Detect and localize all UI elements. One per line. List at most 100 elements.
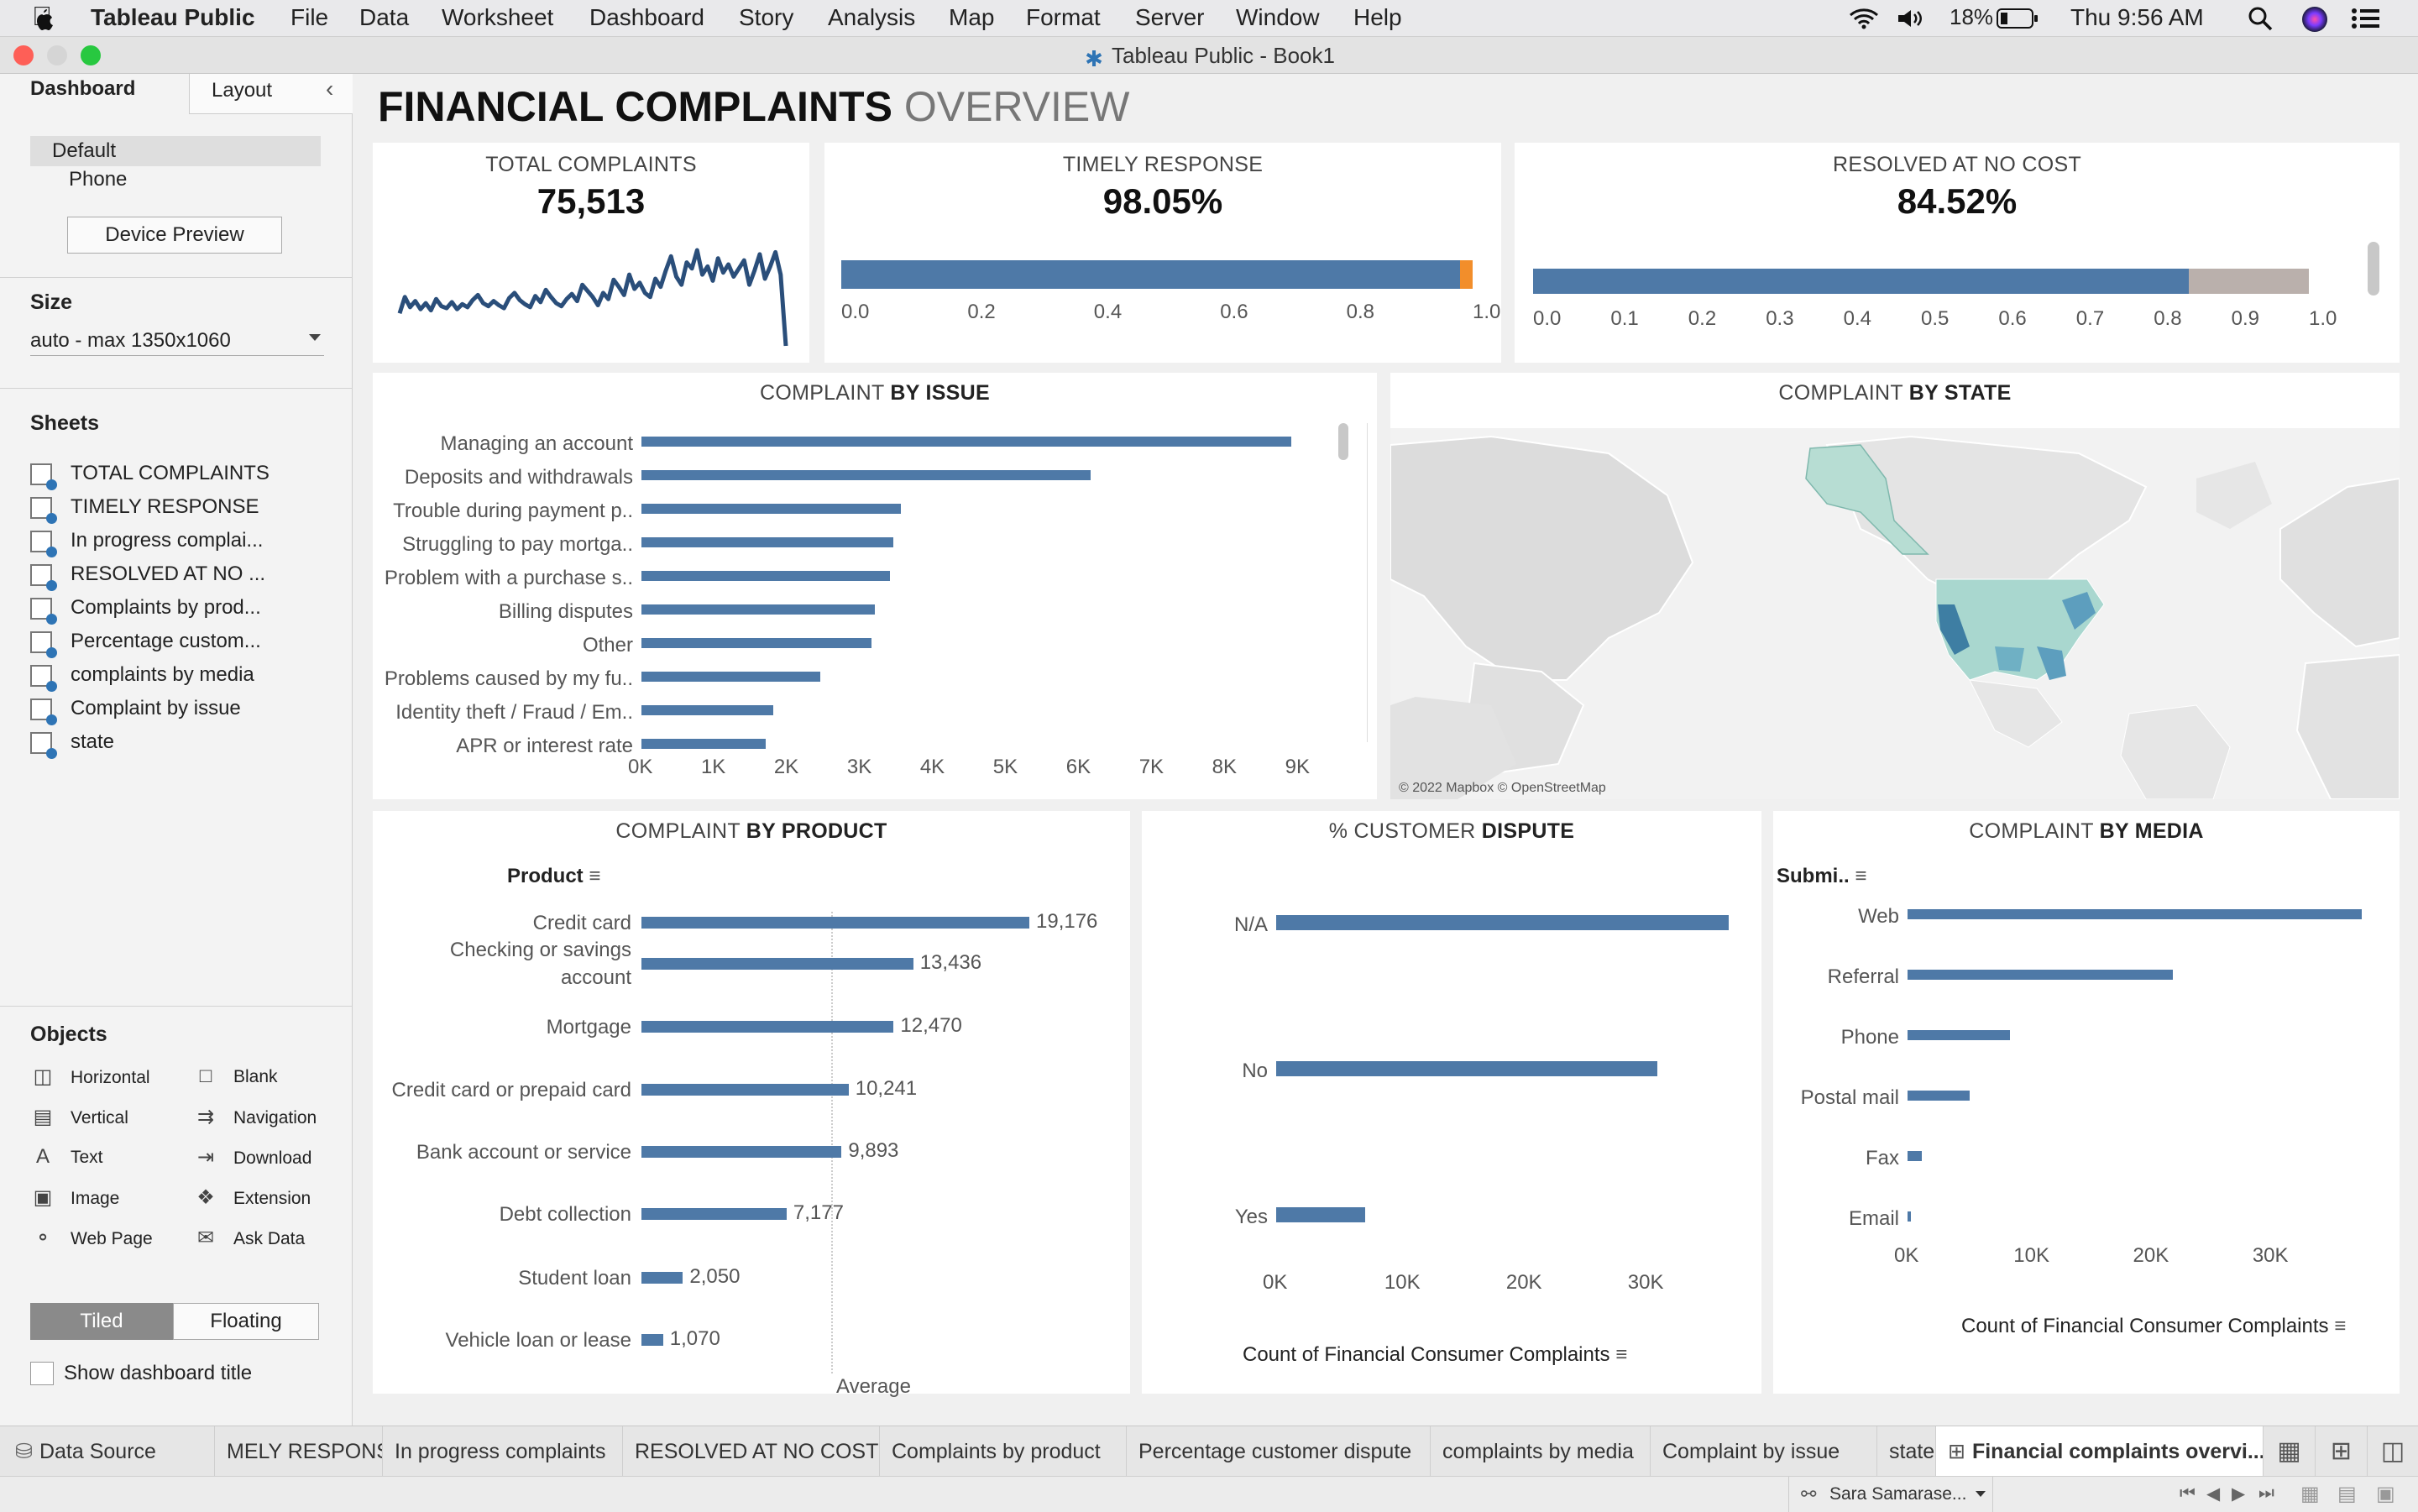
sheet-item-in-progress[interactable]: In progress complai...: [30, 529, 263, 557]
scrollbar-thumb[interactable]: [1338, 423, 1348, 460]
tab-resolved-at-no-cost[interactable]: RESOLVED AT NO COST: [623, 1426, 880, 1477]
device-phone[interactable]: Phone: [69, 168, 127, 191]
object-web-page[interactable]: ⚬ Web Page: [30, 1226, 153, 1250]
category-label: Mortgage: [546, 1015, 631, 1039]
device-default[interactable]: Default: [30, 136, 321, 166]
axis-tick-label: 0.2: [1688, 307, 1717, 330]
panel-complaint-by-issue[interactable]: COMPLAINT BY ISSUE Managing an account De…: [373, 373, 1377, 799]
menu-worksheet[interactable]: Worksheet: [442, 4, 553, 31]
tab-complaints-by-product[interactable]: Complaints by product: [880, 1426, 1127, 1477]
apple-logo-icon[interactable]: [30, 5, 55, 32]
collapse-chevron-icon[interactable]: ‹: [326, 76, 333, 102]
object-blank[interactable]: □ Blank: [193, 1065, 278, 1088]
sheet-item-complaints-by-product[interactable]: Complaints by prod...: [30, 596, 261, 625]
object-extension[interactable]: ❖ Extension: [193, 1185, 311, 1210]
axis-tick-label: 0.6: [1998, 307, 2027, 330]
menu-server[interactable]: Server: [1135, 4, 1204, 31]
panel-complaint-by-media[interactable]: COMPLAINT BY MEDIA Submi.. ≡ Web Referral…: [1773, 811, 2400, 1394]
object-image[interactable]: ▣ Image: [30, 1185, 120, 1210]
sheet-item-complaint-by-issue[interactable]: Complaint by issue: [30, 697, 241, 725]
scrollbar-thumb[interactable]: [2368, 242, 2379, 296]
tab-in-progress-complaints[interactable]: In progress complaints: [383, 1426, 623, 1477]
state-map[interactable]: [1390, 428, 2400, 799]
object-download[interactable]: ⇥ Download: [193, 1145, 311, 1169]
control-center-icon[interactable]: [2351, 7, 2381, 30]
menu-format[interactable]: Format: [1026, 4, 1101, 31]
category-label: Trouble during payment p..: [393, 500, 633, 522]
new-worksheet-icon[interactable]: ▦: [2264, 1426, 2316, 1477]
menu-data[interactable]: Data: [359, 4, 409, 31]
object-navigation[interactable]: ⇉ Navigation: [193, 1105, 317, 1129]
axis-tick-label: 0.0: [1533, 307, 1562, 330]
tab-data-source[interactable]: ⛁ Data Source: [0, 1426, 215, 1477]
tableau-logo-icon: ✱: [1085, 46, 1103, 71]
menu-dashboard[interactable]: Dashboard: [589, 4, 704, 31]
siri-icon[interactable]: [2300, 5, 2329, 34]
panel-customer-dispute[interactable]: % CUSTOMER DISPUTE N/A No Yes 0K 10K 20K 30K C…: [1142, 811, 1761, 1394]
sheet-item-timely-response[interactable]: TIMELY RESPONSE: [30, 495, 259, 524]
sort-icon[interactable]: ≡: [1615, 1343, 1627, 1366]
tab-state[interactable]: state: [1877, 1426, 1936, 1477]
object-horizontal[interactable]: ◫ Horizontal: [30, 1065, 150, 1089]
object-text[interactable]: A Text: [30, 1145, 103, 1169]
spotlight-search-icon[interactable]: [2247, 5, 2274, 32]
panel-complaint-by-product[interactable]: COMPLAINT BY PRODUCT Product ≡ Average C…: [373, 811, 1130, 1398]
tab-view-icon[interactable]: ▣: [2376, 1482, 2395, 1506]
battery-icon[interactable]: [1997, 8, 2039, 29]
texas-state[interactable]: [1995, 646, 2024, 672]
zoom-window-button[interactable]: [81, 45, 101, 65]
size-dropdown[interactable]: auto - max 1350x1060: [30, 326, 324, 356]
sheet-item-resolved[interactable]: RESOLVED AT NO ...: [30, 562, 265, 591]
filmstrip-view-icon[interactable]: ▤: [2337, 1482, 2357, 1506]
menubar-clock[interactable]: Thu 9:56 AM: [2070, 4, 2204, 31]
menu-window[interactable]: Window: [1236, 4, 1320, 31]
volume-icon[interactable]: [1896, 7, 1924, 30]
menu-map[interactable]: Map: [949, 4, 994, 31]
tab-dashboard[interactable]: Dashboard: [0, 74, 189, 114]
tab-percentage-customer-dispute[interactable]: Percentage customer dispute: [1127, 1426, 1431, 1477]
tab-layout[interactable]: Layout ‹: [189, 74, 353, 114]
sort-icon[interactable]: ≡: [2334, 1315, 2346, 1337]
tab-complaint-by-issue[interactable]: Complaint by issue: [1651, 1426, 1877, 1477]
objects-title: Objects: [30, 1023, 107, 1046]
menu-file[interactable]: File: [290, 4, 328, 31]
kpi-resolved-no-cost[interactable]: RESOLVED AT NO COST 84.52% 0.0 0.1 0.2 0.3 0…: [1515, 143, 2400, 363]
object-vertical[interactable]: ▤ Vertical: [30, 1105, 128, 1129]
menu-help[interactable]: Help: [1353, 4, 1402, 31]
next-page-icon[interactable]: ▶: [2232, 1483, 2245, 1504]
floating-toggle[interactable]: Floating: [173, 1303, 319, 1340]
last-page-icon[interactable]: ⏭: [2258, 1483, 2274, 1504]
menu-app-name[interactable]: Tableau Public: [91, 4, 255, 31]
minimize-window-button[interactable]: [47, 45, 67, 65]
sheet-icon: [30, 563, 57, 591]
grid-view-icon[interactable]: ▦: [2300, 1482, 2320, 1506]
sheet-item-percentage-customer[interactable]: Percentage custom...: [30, 630, 261, 658]
tab-financial-complaints-overview[interactable]: ⊞ Financial complaints overvi...: [1936, 1426, 2264, 1477]
show-title-checkbox[interactable]: [30, 1362, 54, 1385]
tiled-toggle[interactable]: Tiled: [30, 1303, 173, 1340]
kpi-timely-response[interactable]: TIMELY RESPONSE 98.05% 0.0 0.2 0.4 0.6 0.8 1.…: [824, 143, 1501, 363]
category-label: Identity theft / Fraud / Em..: [395, 701, 633, 724]
close-window-button[interactable]: [13, 45, 34, 65]
wifi-icon[interactable]: [1847, 7, 1881, 30]
bar: [1908, 909, 2362, 919]
menu-story[interactable]: Story: [739, 4, 793, 31]
object-ask-data[interactable]: ✉ Ask Data: [193, 1226, 305, 1250]
sheet-item-complaints-by-media[interactable]: complaints by media: [30, 663, 254, 692]
new-dashboard-icon[interactable]: ⊞: [2316, 1426, 2368, 1477]
tab-complaints-by-media[interactable]: complaints by media: [1431, 1426, 1651, 1477]
sheet-item-state[interactable]: state: [30, 730, 114, 759]
user-menu[interactable]: ⚯ Sara Samarase...: [1788, 1477, 1993, 1512]
previous-page-icon[interactable]: ◀: [2206, 1483, 2220, 1504]
bar: [1908, 1091, 1970, 1101]
bar: [1908, 970, 2173, 980]
menu-analysis[interactable]: Analysis: [828, 4, 915, 31]
panel-complaint-by-state[interactable]: COMPLAINT BY STATE © 2022 Mapbox © OpenS…: [1390, 373, 2400, 799]
kpi-total-complaints[interactable]: TOTAL COMPLAINTS 75,513: [373, 143, 809, 363]
device-preview-button[interactable]: Device Preview: [67, 217, 282, 254]
new-story-icon[interactable]: ◫: [2368, 1426, 2418, 1477]
tab-timely-response[interactable]: MELY RESPONSE: [215, 1426, 383, 1477]
sparkline-chart: [397, 248, 788, 347]
first-page-icon[interactable]: ⏮: [2180, 1483, 2196, 1504]
sheet-item-total-complaints[interactable]: TOTAL COMPLAINTS: [30, 462, 270, 490]
